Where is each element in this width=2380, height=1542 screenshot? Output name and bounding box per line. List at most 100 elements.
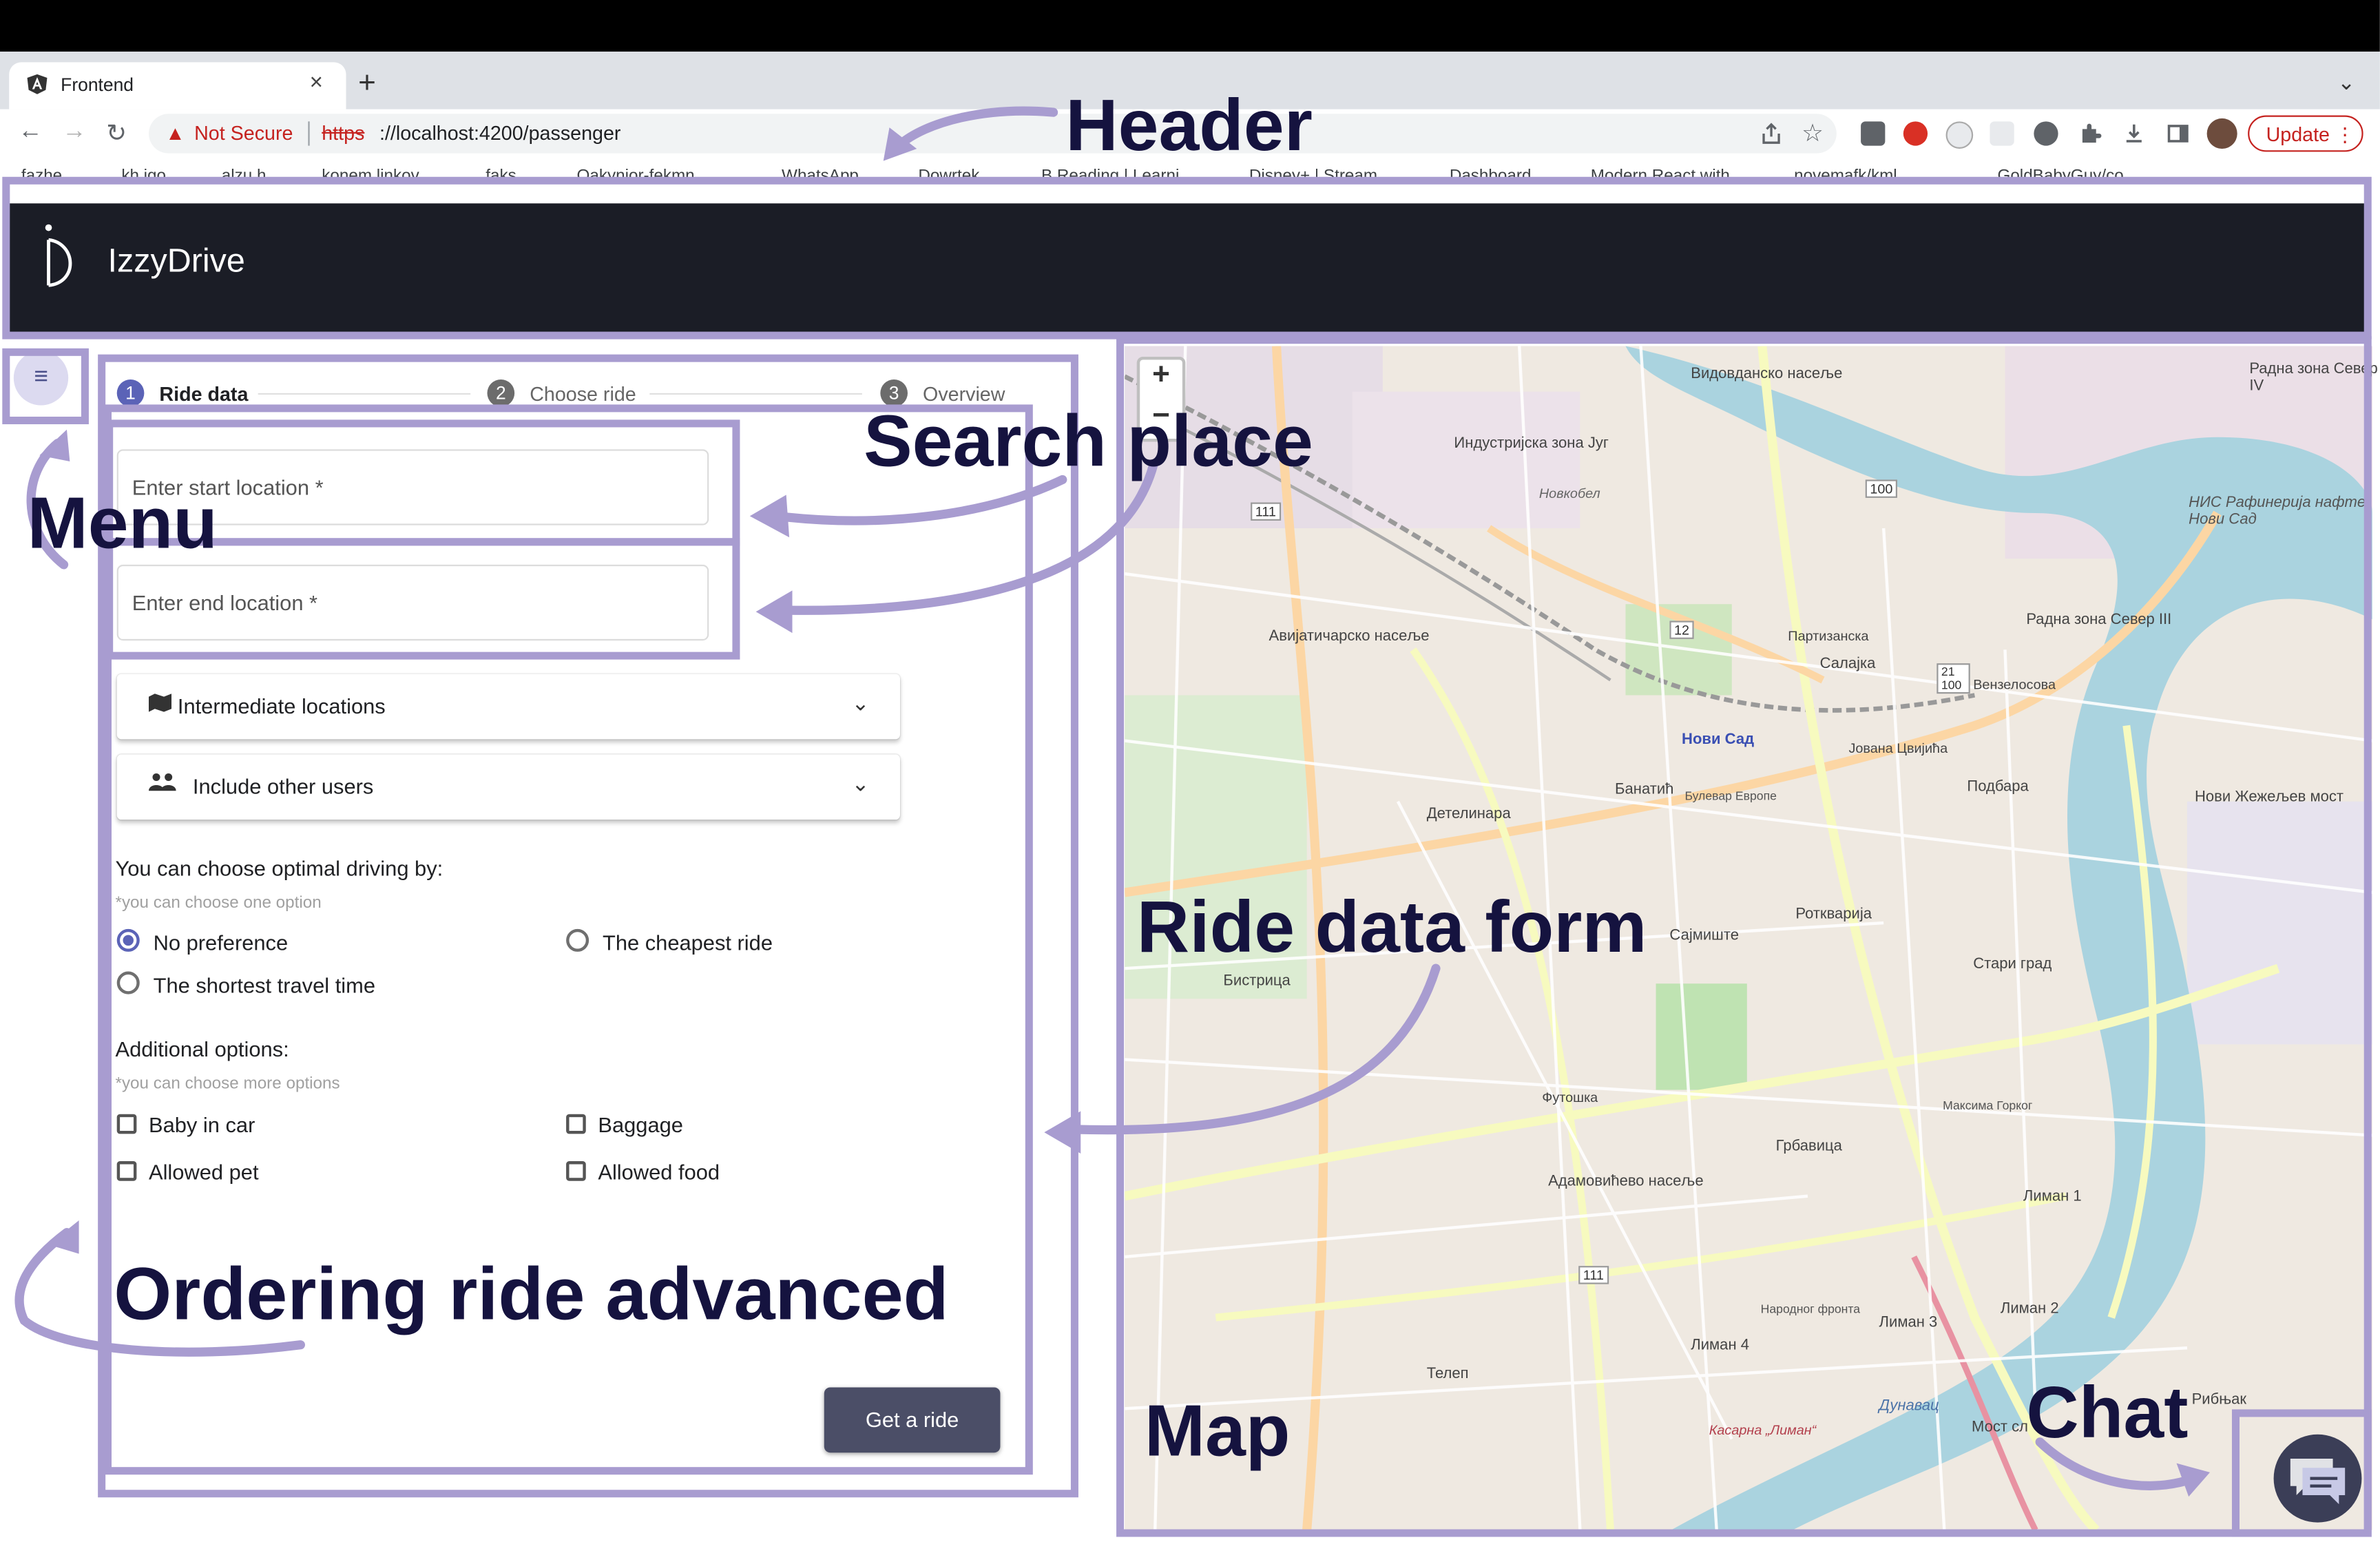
bookmark-item[interactable]: Modern React with...: [1591, 167, 1744, 185]
map-label: Вензелосова: [1973, 676, 2056, 693]
zoom-in-button[interactable]: +: [1137, 358, 1186, 393]
road-number: 111: [1578, 1266, 1609, 1284]
map-label: Мост сл: [1971, 1419, 2028, 1436]
intermediate-locations-label: Intermediate locations: [177, 694, 386, 718]
side-panel-icon[interactable]: [2166, 121, 2190, 145]
arrowhead: [39, 429, 70, 462]
bookmark-item[interactable]: B Reading | Learni...: [1041, 167, 1193, 185]
bookmark-item[interactable]: GoldBabyGuy/co...: [1997, 167, 2137, 185]
reload-icon[interactable]: ↻: [106, 118, 127, 149]
forward-icon[interactable]: →: [62, 118, 86, 146]
map-label: Лиман 4: [1691, 1337, 1750, 1354]
map-label: Стари град: [1973, 956, 2052, 973]
ordering-annotation-label: Ordering ride advanced: [114, 1253, 949, 1336]
baby-in-car-label[interactable]: Baby in car: [149, 1113, 255, 1137]
baggage-label[interactable]: Baggage: [598, 1113, 683, 1137]
optimal-driving-title: You can choose optimal driving by:: [115, 856, 443, 881]
security-status[interactable]: Not Secure: [194, 121, 293, 144]
allowed-food-label[interactable]: Allowed food: [598, 1160, 720, 1184]
bookmark-item[interactable]: alzu,h: [222, 167, 267, 185]
os-top-bar: [0, 0, 2380, 52]
allowed-pet-checkbox[interactable]: [116, 1161, 137, 1181]
close-tab-icon[interactable]: ×: [310, 70, 323, 95]
app-title: IzzyDrive: [107, 241, 245, 280]
chevron-down-icon[interactable]: ⌄: [851, 771, 869, 797]
include-users-label: Include other users: [192, 774, 374, 799]
shortest-time-label[interactable]: The shortest travel time: [154, 973, 375, 997]
bookmark-star-icon[interactable]: ☆: [1802, 118, 1824, 149]
map-label: Футошка: [1542, 1090, 1598, 1105]
ride-form-annotation-label: Ride data form: [1136, 888, 1647, 969]
baggage-checkbox[interactable]: [566, 1114, 586, 1134]
map-icon: [148, 694, 172, 712]
no-preference-radio[interactable]: [116, 928, 140, 952]
map-label: Рибњак: [2191, 1392, 2247, 1409]
road-number: 100: [1865, 479, 1898, 498]
adblock-icon[interactable]: [1903, 121, 1928, 146]
bookmark-item[interactable]: novemafk/kml...: [1794, 167, 1911, 185]
shortest-time-radio[interactable]: [116, 971, 140, 994]
map-label: Грбавица: [1775, 1138, 1842, 1156]
chevron-down-icon[interactable]: ⌄: [851, 691, 869, 716]
map-label: Максима Горког: [1943, 1098, 2033, 1113]
bookmark-item[interactable]: konem.linkov: [322, 167, 419, 185]
search-place-annotation-label: Search place: [864, 402, 1313, 483]
bookmark-item[interactable]: fazhe: [21, 167, 62, 185]
angular-logo-icon: [27, 74, 48, 94]
bookmark-item[interactable]: Disney+ | Stream...: [1249, 167, 1391, 185]
step-1-label[interactable]: Ride data: [159, 382, 248, 405]
cheapest-ride-label[interactable]: The cheapest ride: [603, 930, 773, 955]
map-label: Сајмиште: [1669, 927, 1739, 944]
cheapest-ride-radio[interactable]: [566, 928, 589, 952]
update-button[interactable]: Update ⋮: [2248, 115, 2363, 152]
app-header: [9, 203, 2368, 337]
map-label: Ротквариjа: [1795, 906, 1872, 924]
download-icon[interactable]: [2122, 121, 2146, 145]
step-2-number[interactable]: 2: [487, 379, 515, 407]
no-preference-label[interactable]: No preference: [154, 930, 289, 955]
map-label: Банатић: [1615, 782, 1674, 799]
map-label: Касарна „Лиман“: [1709, 1422, 1817, 1438]
stepper-line: [649, 393, 862, 395]
back-icon[interactable]: ←: [18, 118, 42, 146]
extension-icon[interactable]: [1990, 121, 2014, 146]
bookmark-item[interactable]: faks: [486, 167, 516, 185]
url-text[interactable]: ://localhost:4200/passenger: [379, 121, 620, 144]
extension-icon[interactable]: [1945, 121, 1974, 149]
menu-icon[interactable]: ≡: [13, 351, 69, 406]
road-number: 12: [1669, 621, 1694, 639]
get-ride-button[interactable]: Get a ride: [824, 1387, 1001, 1453]
step-1-number[interactable]: 1: [116, 379, 145, 407]
bookmark-item[interactable]: WhatsApp: [782, 167, 859, 185]
tab-search-chevron-icon[interactable]: ⌄: [2337, 70, 2355, 95]
profile-avatar[interactable]: [2206, 118, 2237, 149]
header-annotation-label: Header: [1065, 86, 1313, 167]
address-divider: [308, 121, 310, 146]
allowed-food-checkbox[interactable]: [566, 1161, 586, 1181]
extension-icon[interactable]: [1861, 121, 1886, 146]
warning-icon[interactable]: ▲: [165, 121, 185, 144]
share-icon[interactable]: [1759, 121, 1783, 145]
puzzle-icon[interactable]: [2078, 121, 2102, 145]
map-label: Народног фронта: [1760, 1302, 1861, 1316]
tab-title: Frontend: [61, 74, 134, 96]
road-number: 21 100: [1937, 663, 1970, 694]
new-tab-icon[interactable]: +: [358, 67, 376, 102]
extension-icon[interactable]: [2034, 121, 2058, 146]
bookmark-item[interactable]: Dowrtek: [918, 167, 979, 185]
stepper-line: [258, 393, 471, 395]
map-label: Новкобел: [1538, 486, 1600, 501]
map-label: Булевар Европе: [1684, 789, 1777, 803]
step-2-label[interactable]: Choose ride: [530, 382, 636, 405]
map-label: Адамовићево насеље: [1548, 1173, 1704, 1190]
bookmark-item[interactable]: Dashboard: [1450, 167, 1532, 185]
allowed-pet-label[interactable]: Allowed pet: [149, 1160, 259, 1184]
map-label: Подбара: [1967, 778, 2029, 795]
road-number: 111: [1251, 502, 1281, 521]
map-annotation-label: Map: [1144, 1392, 1291, 1472]
bookmark-item[interactable]: Oakynior-fekmn...: [577, 167, 709, 185]
bookmark-item[interactable]: kh,igo: [121, 167, 166, 185]
optimal-driving-hint: *you can choose one option: [115, 894, 322, 913]
browser-tab[interactable]: [9, 62, 346, 110]
baby-in-car-checkbox[interactable]: [116, 1114, 137, 1134]
